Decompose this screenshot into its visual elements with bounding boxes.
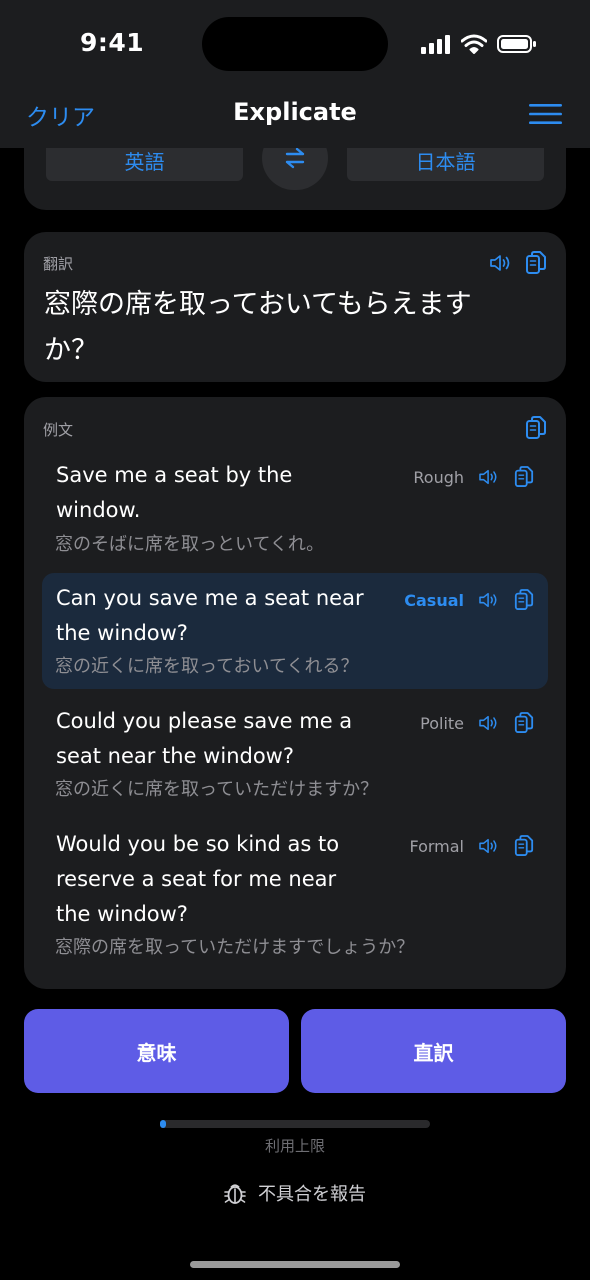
report-bug-label: 不具合を報告 [258, 1184, 366, 1205]
copy-icon [514, 712, 534, 733]
examples-label: 例文 [43, 421, 74, 439]
translation-label: 翻訳 [43, 255, 74, 273]
example-japanese: 窓の近くに席を取っていただけますか？ [55, 779, 379, 800]
literal-button-label: 直訳 [413, 1040, 454, 1065]
example-tag: Rough [413, 468, 464, 487]
copy-examples-button[interactable] [522, 413, 550, 443]
wifi-icon [461, 34, 487, 54]
speaker-icon [490, 255, 510, 271]
battery-icon [497, 35, 536, 53]
copy-icon [514, 466, 534, 487]
copy-example-button[interactable] [511, 463, 537, 491]
example-tag: Casual [404, 591, 464, 610]
speaker-icon [479, 838, 497, 854]
example-english: Could you please save me a seat near the… [56, 709, 353, 768]
speak-example-button[interactable] [476, 712, 502, 734]
literal-translation-button[interactable]: 直訳 [301, 1009, 566, 1093]
example-english: Can you save me a seat near the window? [56, 586, 364, 645]
copy-example-button[interactable] [511, 832, 537, 860]
copy-example-button[interactable] [511, 709, 537, 737]
speak-example-button[interactable] [476, 835, 502, 857]
bug-icon [224, 1184, 246, 1204]
speak-translation-button[interactable] [486, 250, 516, 276]
cellular-signal-icon [421, 35, 450, 54]
speaker-icon [479, 469, 497, 485]
usage-limit-label: 利用上限 [264, 1137, 325, 1155]
speaker-icon [479, 715, 497, 731]
meaning-button-label: 意味 [136, 1040, 177, 1065]
speak-example-button[interactable] [476, 589, 502, 611]
example-japanese: 窓際の席を取っていただけますでしょうか？ [55, 937, 415, 958]
home-indicator [190, 1261, 400, 1268]
example-tag: Formal [409, 837, 464, 856]
translation-text: 窓際の席を取っておいてもらえますか？ [44, 289, 472, 366]
example-english: Save me a seat by the window. [56, 463, 293, 522]
meaning-button[interactable]: 意味 [24, 1009, 289, 1093]
example-japanese: 窓の近くに席を取っておいてくれる？ [55, 656, 359, 677]
copy-icon [526, 416, 546, 439]
page-title: Explicate [233, 98, 357, 126]
report-bug-link[interactable]: 不具合を報告 [0, 1180, 590, 1206]
copy-icon [514, 835, 534, 856]
status-icons [421, 33, 537, 55]
example-tag: Polite [420, 714, 464, 733]
usage-limit-track [160, 1120, 430, 1128]
speaker-icon [479, 592, 497, 608]
target-language-label: 日本語 [415, 150, 476, 174]
hamburger-menu-icon[interactable] [529, 104, 562, 124]
copy-example-button[interactable] [511, 586, 537, 614]
copy-icon [526, 251, 546, 274]
usage-limit-fill [160, 1120, 166, 1128]
example-japanese: 窓のそばに席を取っといてくれ。 [55, 534, 325, 555]
swap-arrows-icon [285, 147, 305, 169]
copy-translation-button[interactable] [522, 248, 550, 278]
dynamic-island [202, 17, 388, 71]
status-time: 9:41 [80, 28, 145, 57]
example-english: Would you be so kind as to reserve a sea… [56, 832, 340, 926]
source-language-label: 英語 [124, 150, 165, 174]
copy-icon [514, 589, 534, 610]
speak-example-button[interactable] [476, 466, 502, 488]
